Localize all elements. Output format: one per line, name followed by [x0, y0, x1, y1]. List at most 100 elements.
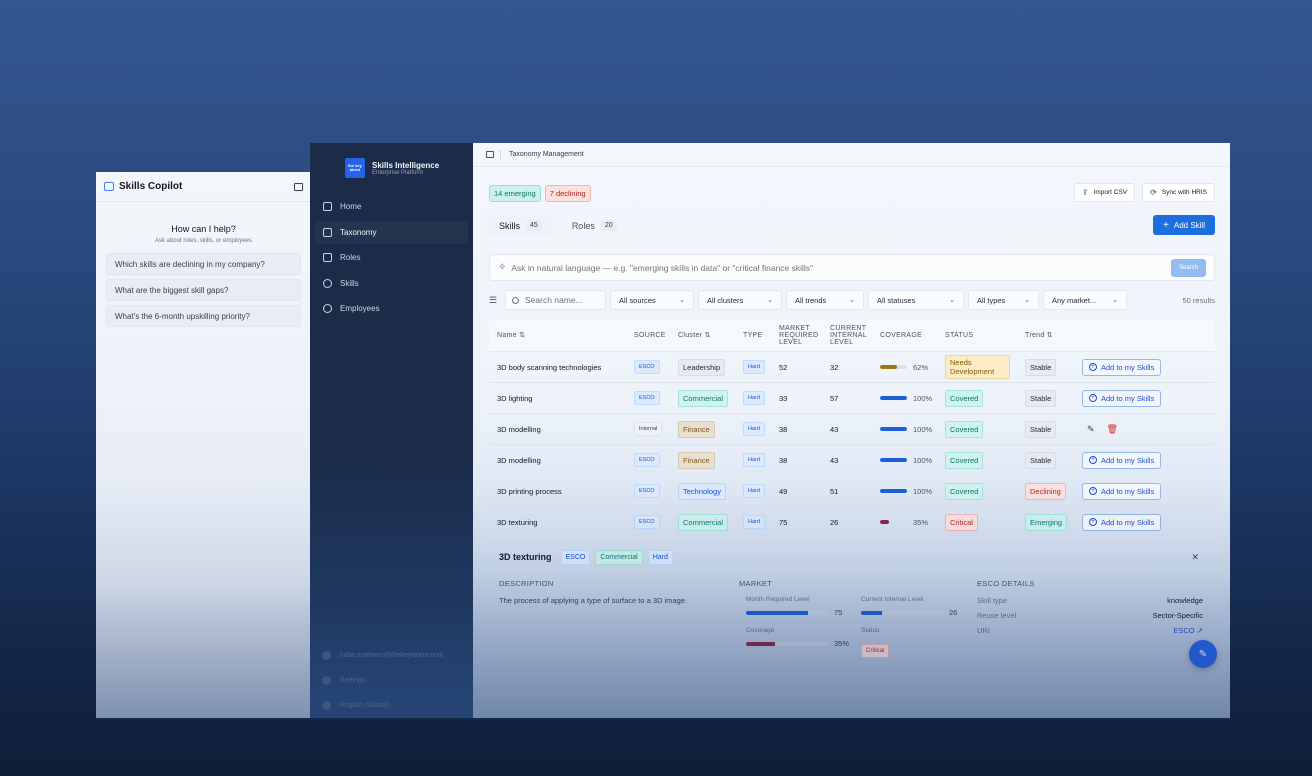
coverage-bar	[880, 458, 907, 462]
add-to-my-skills-button[interactable]: + Add to my Skills	[1082, 451, 1162, 469]
language-row[interactable]: English (Global)	[322, 693, 472, 718]
tab-skills[interactable]: Skills 45	[489, 216, 552, 235]
plus-circle-icon: +	[1089, 518, 1097, 526]
trends-select[interactable]: All trends ⌄	[786, 290, 864, 310]
declining-badge[interactable]: 7 declining	[544, 185, 591, 202]
statuses-select[interactable]: All statuses ⌄	[868, 290, 964, 310]
col-current-internal: CURRENT INTERNAL LEVEL	[830, 324, 867, 346]
coverage-bar	[880, 365, 907, 369]
upload-icon: ⇪	[1081, 188, 1089, 197]
edit-fab-button[interactable]: ✎	[1189, 640, 1217, 668]
current-internal-level: 26	[830, 517, 839, 527]
plus-circle-icon: +	[1089, 363, 1097, 371]
sidebar-item-roles[interactable]: Roles	[315, 246, 468, 269]
status-badge: Covered	[945, 451, 984, 469]
nl-search-bar: ✧ Search	[489, 254, 1215, 281]
add-to-my-skills-button[interactable]: + Add to my Skills	[1082, 358, 1162, 376]
chevron-down-icon: ⌄	[1024, 297, 1030, 304]
cluster-badge: Finance	[678, 451, 715, 469]
settings-row[interactable]: Settings	[322, 668, 472, 693]
add-to-my-skills-button[interactable]: + Add to my Skills	[1082, 389, 1162, 407]
table-row[interactable]: 3D modelling ESCO Finance Hard 38 43 100% Cover…	[489, 445, 1215, 476]
table-row[interactable]: 3D lighting ESCO Commercial Hard 33 57 100% Cov…	[489, 383, 1215, 414]
main-panel: Taxonomy Management 14 emerging 7 declin…	[473, 143, 1230, 718]
coverage-value: 35%	[834, 639, 850, 648]
name-search-input[interactable]: Search name...	[505, 290, 606, 310]
col-name[interactable]: Name ⇅	[489, 331, 634, 339]
col-cluster[interactable]: Cluster ⇅	[678, 331, 743, 339]
help-subtitle: Ask about roles, skills, or employees	[154, 238, 253, 244]
user-email-row[interactable]: india.martinez@thekeytalent.com	[322, 643, 472, 668]
skill-type-value: knowledge	[1167, 596, 1203, 605]
new-chat-icon[interactable]	[294, 182, 303, 191]
source-badge: ESCO	[634, 515, 660, 529]
plus-circle-icon: +	[1089, 487, 1097, 495]
cluster-badge: Technology	[678, 482, 726, 500]
table-row[interactable]: 3D body scanning technologies ESCO Leaders…	[489, 352, 1215, 383]
suggestion-item[interactable]: What's the 6-month upskilling priority?	[106, 305, 301, 327]
col-status: STATUS	[945, 331, 974, 339]
emerging-badge[interactable]: 14 emerging	[489, 185, 541, 202]
sidebar-toggle-icon[interactable]	[486, 151, 494, 158]
esco-label: ESCO DETAILS	[977, 579, 1035, 588]
breadcrumb: Taxonomy Management	[509, 151, 584, 158]
coverage-bar	[880, 489, 907, 493]
suggestion-item[interactable]: Which skills are declining in my company…	[106, 253, 301, 275]
types-select[interactable]: All types ⌄	[968, 290, 1039, 310]
add-to-my-skills-button[interactable]: + Add to my Skills	[1082, 482, 1162, 500]
chevron-down-icon: ⌄	[767, 297, 773, 304]
sidebar-item-employees[interactable]: Employees	[315, 297, 468, 320]
copilot-header: Skills Copilot	[96, 172, 311, 202]
current-internal-value: 26	[949, 608, 958, 617]
market-required-bar	[746, 610, 828, 615]
col-type: TYPE	[743, 331, 763, 339]
filter-settings-icon[interactable]: ☰	[489, 295, 499, 306]
sidebar-item-home[interactable]: Home	[315, 195, 468, 218]
delete-icon[interactable]: 🗑	[1107, 424, 1118, 435]
copilot-panel: Skills Copilot How can I help? Ask about…	[96, 172, 312, 718]
import-csv-button[interactable]: ⇪ Import CSV	[1073, 183, 1136, 202]
nl-search-button[interactable]: Search	[1171, 258, 1206, 277]
current-internal-level: 43	[830, 455, 839, 465]
filter-bar: ☰ Search name... All sources ⌄ All cluste…	[489, 290, 1215, 310]
sidebar-item-label: Roles	[340, 253, 361, 262]
market-required-level: 38	[779, 424, 788, 434]
sources-select[interactable]: All sources ⌄	[610, 290, 694, 310]
col-trend[interactable]: Trend ⇅	[1025, 331, 1082, 339]
skill-name: 3D modelling	[497, 424, 541, 434]
type-badge: Hard	[743, 515, 765, 529]
tab-roles[interactable]: Roles 20	[562, 216, 627, 235]
table-row[interactable]: 3D texturing ESCO Commercial Hard 75 26 35% Cri…	[489, 507, 1215, 538]
settings-icon	[322, 676, 331, 685]
market-required-label: Month Required Level	[746, 596, 810, 603]
coverage-bar	[880, 427, 907, 431]
sparkle-icon: ✧	[498, 262, 507, 273]
market-required-level: 75	[779, 517, 788, 527]
skills-table: Name ⇅ SOURCE Cluster ⇅ TYPE MARKET REQU…	[489, 319, 1215, 538]
sync-hris-button[interactable]: ⟳ Sync with HRIS	[1142, 183, 1215, 202]
type-badge: Hard	[743, 422, 765, 436]
suggestion-item[interactable]: What are the biggest skill gaps?	[106, 279, 301, 301]
close-icon[interactable]: ✕	[1191, 552, 1199, 563]
add-to-my-skills-button[interactable]: + Add to my Skills	[1082, 513, 1162, 531]
brand-name: Skills Intelligence	[372, 160, 440, 170]
skill-detail-panel: 3D texturing ESCO Commercial Hard ✕ DESC…	[489, 543, 1215, 683]
sidebar-item-taxonomy[interactable]: Taxonomy	[315, 220, 468, 244]
sidebar-item-skills[interactable]: Skills	[315, 272, 468, 295]
edit-icon[interactable]: ✎	[1087, 424, 1095, 435]
chevron-down-icon: ⌄	[1112, 297, 1118, 304]
nl-search-input[interactable]	[511, 262, 1171, 273]
plus-circle-icon: +	[1089, 394, 1097, 402]
add-skill-button[interactable]: + Add Skill	[1153, 215, 1215, 235]
market-required-level: 38	[779, 455, 788, 465]
table-row[interactable]: 3D printing process ESCO Technology Hard 49 5…	[489, 476, 1215, 507]
coverage-label: Coverage	[746, 627, 775, 634]
current-internal-label: Current Internal Level	[861, 596, 924, 603]
sidebar-item-label: Taxonomy	[340, 227, 377, 237]
clusters-select[interactable]: All clusters ⌄	[698, 290, 782, 310]
esco-uri-link[interactable]: ESCO ↗	[1173, 626, 1203, 635]
market-label: MARKET	[739, 579, 773, 588]
table-row[interactable]: 3D modelling Internal Finance Hard 38 43 100% C…	[489, 414, 1215, 445]
col-market-required: MARKET REQUIRED LEVEL	[779, 324, 819, 346]
market-select[interactable]: Any market... ⌄	[1043, 290, 1127, 310]
